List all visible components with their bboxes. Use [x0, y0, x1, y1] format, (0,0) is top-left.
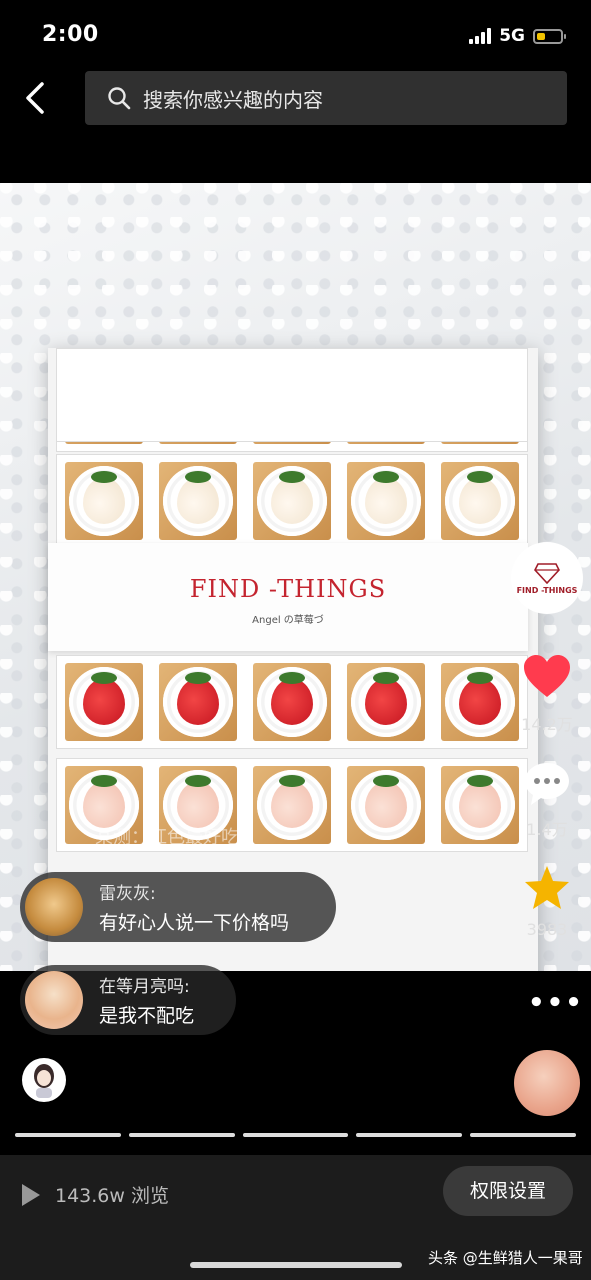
comment-bubble[interactable]: 在等月亮吗: 是我不配吃: [20, 965, 236, 1035]
source-watermark: 头条 @生鲜猎人一果哥: [428, 1249, 583, 1267]
back-icon: [26, 82, 44, 114]
permission-settings-button[interactable]: 权限设置: [443, 1166, 573, 1216]
search-input[interactable]: 搜索你感兴趣的内容: [85, 71, 567, 125]
brand-title: FIND -THINGS: [189, 575, 387, 603]
brand-band: FIND -THINGS Angel の草莓づ: [48, 543, 528, 651]
strawberry: [83, 672, 125, 725]
comment-author: 雷灰灰:: [99, 884, 156, 904]
strawberry: [177, 471, 219, 524]
diamond-icon: [534, 562, 560, 584]
like-count: 14.2万: [521, 715, 573, 734]
creator-thumbnail[interactable]: [514, 1050, 580, 1116]
strawberry: [365, 775, 407, 828]
strawberry: [365, 672, 407, 725]
star-icon: [525, 866, 569, 909]
strawberry: [459, 775, 501, 828]
strawberry: [177, 672, 219, 725]
brand-badge-label: FIND -THINGS: [516, 585, 578, 595]
brand-avatar[interactable]: FIND -THINGS: [511, 542, 583, 614]
home-indicator[interactable]: [190, 1262, 402, 1268]
signal-icon: [469, 28, 492, 44]
strawberry: [271, 471, 313, 524]
view-count: 143.6w 浏览: [55, 1185, 169, 1207]
play-icon: [22, 1184, 40, 1206]
comment-author: 在等月亮吗:: [99, 977, 190, 997]
comment-icon: [525, 763, 569, 805]
tray-row-red: [56, 655, 528, 749]
like-button[interactable]: [522, 654, 572, 702]
strawberry: [83, 775, 125, 828]
image-watermark: 某测：红色最好吃: [95, 827, 239, 848]
story-progress: [15, 1133, 576, 1137]
back-button[interactable]: [20, 78, 60, 118]
search-placeholder: 搜索你感兴趣的内容: [143, 87, 323, 112]
comment-count: 1.4万: [526, 820, 568, 839]
strawberry: [271, 672, 313, 725]
tray-row-white: [56, 454, 528, 548]
strawberry: [177, 775, 219, 828]
avatar: [25, 878, 83, 936]
post-image[interactable]: FIND -THINGS Angel の草莓づ 某测：红色最好吃: [0, 183, 591, 971]
search-icon: [108, 87, 131, 110]
comment-text: 是我不配吃: [99, 1005, 195, 1027]
comment-text: 有好心人说一下价格吗: [99, 912, 290, 934]
favorite-button[interactable]: [522, 864, 572, 912]
strawberry: [271, 775, 313, 828]
battery-icon: [533, 28, 566, 44]
user-avatar[interactable]: [22, 1058, 66, 1102]
more-icon[interactable]: •••: [528, 988, 584, 1018]
strawberry: [365, 471, 407, 524]
network-label: 5G: [499, 26, 525, 46]
brand-subtitle: Angel の草莓づ: [252, 615, 324, 626]
comment-bubble[interactable]: 雷灰灰: 有好心人说一下价格吗: [20, 872, 336, 942]
avatar: [34, 1064, 54, 1098]
favorite-count: 3983: [526, 920, 568, 939]
heart-icon: [524, 655, 570, 697]
strawberry: [83, 471, 125, 524]
status-indicators: 5G: [469, 26, 566, 46]
comment-button[interactable]: [522, 760, 572, 808]
strawberry: [459, 471, 501, 524]
strawberry: [459, 672, 501, 725]
avatar: [25, 971, 83, 1029]
status-time: 2:00: [42, 22, 99, 47]
